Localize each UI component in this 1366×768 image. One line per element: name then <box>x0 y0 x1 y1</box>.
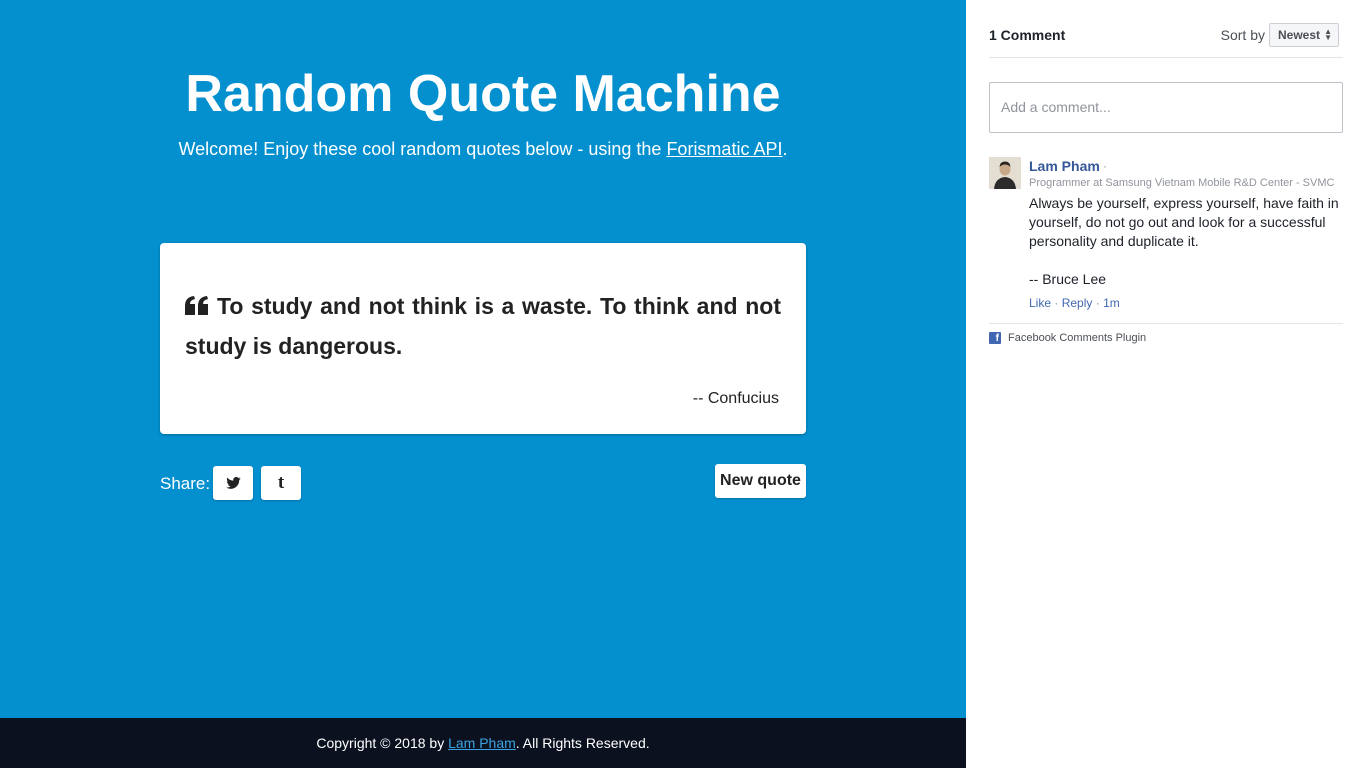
plugin-label: Facebook Comments Plugin <box>1008 332 1147 344</box>
subtitle-text: Welcome! Enjoy these cool random quotes … <box>178 139 667 159</box>
like-link[interactable]: Like <box>1029 296 1051 310</box>
action-separator: · <box>1054 296 1062 310</box>
comment-author-role: Programmer at Samsung Vietnam Mobile R&D… <box>1029 177 1335 189</box>
footer-suffix: . All Rights Reserved. <box>515 735 650 751</box>
footer-text: Copyright © 2018 by <box>316 735 449 751</box>
quote-text: To study and not think is a waste. To th… <box>185 293 781 359</box>
footer-author-link[interactable]: Lam Pham <box>448 735 516 751</box>
action-separator: · <box>1095 296 1104 310</box>
quote-card: To study and not think is a waste. To th… <box>160 243 806 434</box>
avatar[interactable] <box>989 157 1021 189</box>
forismatic-api-link[interactable]: Forismatic API <box>666 139 782 159</box>
main-section: Random Quote Machine Welcome! Enjoy thes… <box>0 0 966 718</box>
comment-separator: · <box>1103 159 1107 173</box>
quote-left-icon <box>185 289 209 327</box>
sort-value: Newest <box>1278 28 1321 42</box>
share-tumblr-button[interactable]: t <box>261 466 301 500</box>
page-subtitle: Welcome! Enjoy these cool random quotes … <box>0 138 966 160</box>
quote-author: -- Confucius <box>692 390 779 407</box>
sort-caret-icon: ▲ ▼ <box>1324 27 1332 42</box>
comment-actions: Like · Reply · 1m <box>1029 296 1120 310</box>
comment-author-name[interactable]: Lam Pham <box>1029 158 1100 174</box>
facebook-icon: f <box>989 332 1001 344</box>
divider <box>989 323 1343 324</box>
subtitle-suffix: . <box>782 139 788 159</box>
share-label: Share: <box>160 474 211 493</box>
comments-header: 1 Comment Sort by Newest ▲ ▼ <box>989 23 1343 58</box>
share-twitter-button[interactable] <box>213 466 253 500</box>
page-title: Random Quote Machine <box>185 65 781 123</box>
add-comment-input[interactable]: Add a comment... <box>989 82 1343 133</box>
twitter-icon <box>225 477 241 489</box>
facebook-comments-panel: 1 Comment Sort by Newest ▲ ▼ Add a commen… <box>966 0 1366 768</box>
tumblr-icon: t <box>277 472 285 493</box>
comment-signature: -- Bruce Lee <box>1029 271 1107 287</box>
comment-time[interactable]: 1m <box>1103 296 1120 310</box>
comment-count: 1 Comment <box>989 27 1066 43</box>
comment-body: Always be yourself, express yourself, ha… <box>1029 194 1343 289</box>
comment-text: Always be yourself, express yourself, ha… <box>1029 195 1339 249</box>
quote-text-block: To study and not think is a waste. To th… <box>185 287 781 365</box>
sort-select[interactable]: Newest ▲ ▼ <box>1269 23 1339 47</box>
new-quote-button[interactable]: New quote <box>715 464 806 498</box>
reply-link[interactable]: Reply <box>1062 296 1093 310</box>
footer: Copyright © 2018 by Lam Pham. All Rights… <box>0 718 966 768</box>
sort-label: Sort by <box>1220 27 1265 43</box>
facebook-plugin-link[interactable]: f Facebook Comments Plugin <box>989 332 1146 344</box>
